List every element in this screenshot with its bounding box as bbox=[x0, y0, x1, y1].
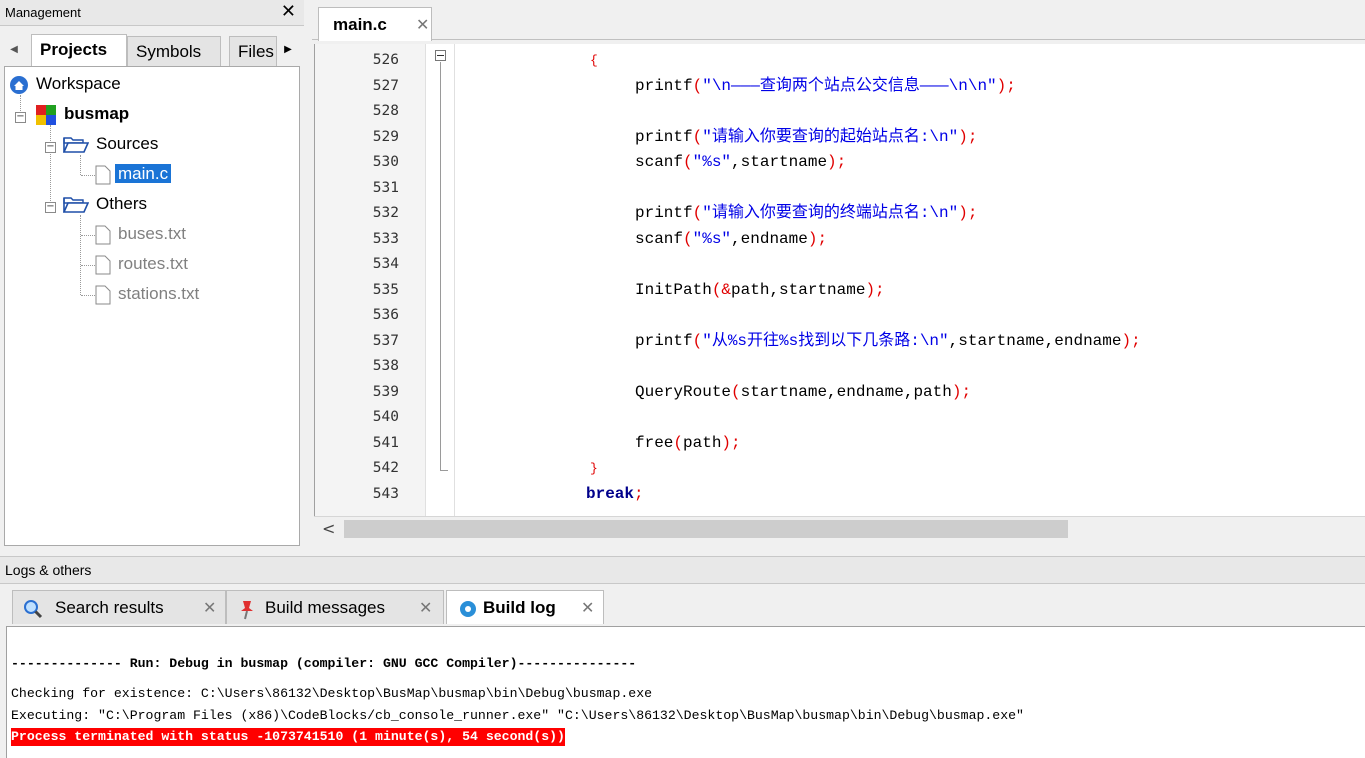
tab-build-log[interactable]: Build log ✕ bbox=[446, 590, 604, 624]
line-number: 532 bbox=[372, 205, 399, 221]
tab-label: Search results bbox=[55, 598, 164, 617]
logs-titlebar: Logs & others bbox=[0, 556, 1365, 584]
tab-label: Build messages bbox=[265, 598, 386, 617]
line-number: 534 bbox=[372, 256, 399, 272]
management-titlebar: Management ✕ bbox=[0, 0, 304, 26]
scrollbar-thumb[interactable] bbox=[344, 520, 1068, 538]
open-folder-icon bbox=[63, 196, 89, 213]
line-number-gutter: 526 527 528 529 530 531 532 533 534 535 … bbox=[315, 44, 425, 516]
build-log-output[interactable]: -------------- Run: Debug in busmap (com… bbox=[6, 626, 1365, 758]
tree-file-stations[interactable]: stations.txt bbox=[95, 281, 202, 307]
tree-project-busmap[interactable]: busmap bbox=[35, 101, 132, 127]
pin-icon bbox=[241, 601, 253, 620]
tab-build-messages[interactable]: Build messages ✕ bbox=[226, 590, 444, 624]
log-line-error: Process terminated with status -10737415… bbox=[11, 728, 565, 746]
code-line: scanf("%s",startname); bbox=[635, 153, 847, 171]
project-icon bbox=[36, 104, 56, 125]
tree-folder-sources[interactable]: Sources bbox=[63, 131, 161, 157]
code-line: printf("从%s开往%s找到以下几条路:\n",startname,end… bbox=[635, 331, 1141, 350]
line-number: 527 bbox=[372, 77, 399, 94]
horizontal-scrollbar[interactable]: < bbox=[314, 516, 1365, 542]
management-title: Management bbox=[5, 5, 81, 20]
close-icon[interactable]: ✕ bbox=[203, 598, 216, 618]
code-line: } bbox=[590, 461, 598, 476]
line-number: 539 bbox=[372, 383, 399, 400]
file-icon bbox=[95, 225, 111, 245]
close-icon[interactable]: ✕ bbox=[416, 15, 429, 34]
code-editor[interactable]: 526 527 528 529 530 531 532 533 534 535 … bbox=[314, 44, 1365, 516]
line-number: 541 bbox=[372, 434, 399, 451]
tab-search-results[interactable]: Search results ✕ bbox=[12, 590, 226, 624]
tab-label: Build log bbox=[483, 598, 556, 617]
collapse-icon[interactable]: − bbox=[45, 202, 56, 213]
line-number: 540 bbox=[372, 409, 399, 425]
log-line: -------------- Run: Debug in busmap (com… bbox=[11, 656, 637, 671]
log-line: Checking for existence: C:\Users\86132\D… bbox=[11, 686, 653, 701]
tree-folder-others[interactable]: Others bbox=[63, 191, 150, 217]
line-number: 538 bbox=[372, 358, 399, 374]
codeblocks-window: Management ✕ ◀ Projects Symbols Files ▶ bbox=[0, 0, 1365, 758]
tree-file-routes[interactable]: routes.txt bbox=[95, 251, 191, 277]
line-number: 537 bbox=[372, 332, 399, 349]
line-number: 528 bbox=[372, 103, 399, 119]
code-line: scanf("%s",endname); bbox=[635, 229, 828, 248]
tab-main-c[interactable]: main.c ✕ bbox=[318, 7, 432, 41]
tree-file-buses[interactable]: buses.txt bbox=[95, 221, 189, 247]
open-folder-icon bbox=[63, 136, 89, 153]
file-icon bbox=[95, 285, 111, 305]
scroll-right-icon[interactable]: ▶ bbox=[279, 40, 297, 60]
line-number: 542 bbox=[372, 460, 399, 476]
tree-file-main-c[interactable]: main.c bbox=[95, 161, 172, 187]
code-line: free(path); bbox=[635, 433, 741, 452]
line-number: 536 bbox=[372, 307, 399, 323]
code-line: printf("请输入你要查询的终端站点名:\n"); bbox=[635, 204, 978, 222]
line-number: 535 bbox=[372, 281, 399, 298]
file-icon bbox=[95, 165, 111, 185]
log-line: Executing: "C:\Program Files (x86)\CodeB… bbox=[11, 708, 1024, 723]
line-number: 531 bbox=[372, 179, 399, 196]
close-icon[interactable]: ✕ bbox=[581, 598, 594, 618]
fold-collapse-icon[interactable] bbox=[435, 50, 446, 61]
code-line: { bbox=[590, 53, 598, 68]
logs-panel: Logs & others Search results ✕ Build mes… bbox=[0, 556, 1365, 758]
code-line: printf("\n———查询两个站点公交信息———\n\n"); bbox=[635, 76, 1016, 95]
tree-workspace[interactable]: Workspace bbox=[9, 71, 124, 97]
management-panel: Management ✕ ◀ Projects Symbols Files ▶ bbox=[0, 0, 304, 550]
line-number: 529 bbox=[372, 128, 399, 145]
gears-icon bbox=[460, 601, 476, 617]
line-number: 526 bbox=[372, 52, 399, 68]
project-tree: Workspace − busmap − Sources main.c − Ot… bbox=[4, 66, 300, 546]
collapse-icon[interactable]: − bbox=[15, 112, 26, 123]
line-number: 530 bbox=[372, 154, 399, 170]
collapse-icon[interactable]: − bbox=[45, 142, 56, 153]
tab-projects[interactable]: Projects bbox=[31, 34, 127, 66]
fold-margin bbox=[425, 44, 455, 516]
editor-panel: main.c ✕ 526 527 528 529 530 531 532 533… bbox=[312, 0, 1365, 550]
tab-files[interactable]: Files bbox=[229, 36, 277, 66]
search-icon bbox=[24, 600, 43, 619]
editor-tabbar: main.c ✕ bbox=[312, 0, 1365, 41]
logs-title: Logs & others bbox=[5, 562, 92, 578]
management-tabs: ◀ Projects Symbols Files ▶ bbox=[3, 34, 301, 66]
file-icon bbox=[95, 255, 111, 275]
scroll-left-icon[interactable]: ◀ bbox=[5, 40, 23, 60]
workspace-icon bbox=[10, 75, 28, 94]
code-line: InitPath(&path,startname); bbox=[635, 280, 885, 299]
code-line: QueryRoute(startname,endname,path); bbox=[635, 382, 972, 401]
scroll-left-icon[interactable]: < bbox=[322, 519, 335, 538]
line-number: 543 bbox=[372, 485, 399, 502]
tab-label: main.c bbox=[333, 15, 387, 34]
tab-symbols[interactable]: Symbols bbox=[127, 36, 221, 66]
close-icon[interactable]: ✕ bbox=[419, 598, 432, 618]
close-icon[interactable]: ✕ bbox=[281, 1, 296, 22]
code-line: break; bbox=[586, 484, 644, 503]
code-line: printf("请输入你要查询的起始站点名:\n"); bbox=[635, 127, 978, 146]
line-number: 533 bbox=[372, 230, 399, 247]
